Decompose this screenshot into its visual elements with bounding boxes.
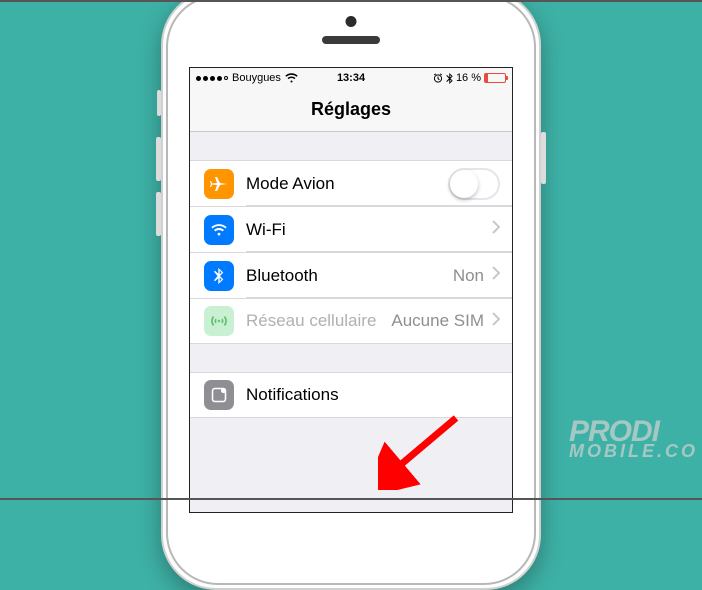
bluetooth-row-icon	[204, 261, 234, 291]
nav-bar: Réglages	[190, 88, 512, 132]
clock: 13:34	[337, 72, 365, 84]
front-camera	[346, 16, 357, 27]
watermark: PRODI MOBILE.CO	[569, 420, 698, 458]
volume-up-button	[156, 137, 161, 181]
cellular-label: Réseau cellulaire	[246, 311, 391, 331]
silent-switch	[157, 90, 161, 116]
volume-down-button	[156, 192, 161, 236]
row-bluetooth[interactable]: Bluetooth Non	[190, 252, 512, 298]
settings-group-1: Mode Avion Wi-Fi	[190, 160, 512, 344]
battery-percent: 16 %	[456, 72, 481, 84]
chevron-right-icon	[492, 266, 500, 285]
bluetooth-label: Bluetooth	[246, 266, 453, 286]
carrier-label: Bouygues	[232, 72, 281, 84]
row-airplane-mode[interactable]: Mode Avion	[190, 160, 512, 206]
power-button	[541, 132, 546, 184]
airplane-icon	[204, 169, 234, 199]
row-wifi[interactable]: Wi-Fi	[190, 206, 512, 252]
row-notifications[interactable]: Notifications	[190, 372, 512, 418]
settings-list[interactable]: Mode Avion Wi-Fi	[190, 160, 512, 418]
screen: Bouygues 13:34 16 % Réglages	[189, 67, 513, 513]
row-cellular[interactable]: Réseau cellulaire Aucune SIM	[190, 298, 512, 344]
notifications-label: Notifications	[246, 385, 492, 405]
alarm-icon	[433, 73, 443, 83]
airplane-label: Mode Avion	[246, 174, 448, 194]
wifi-row-icon	[204, 215, 234, 245]
airplane-toggle[interactable]	[448, 168, 500, 200]
speaker-grille	[322, 36, 380, 44]
page-title: Réglages	[311, 99, 391, 120]
phone-frame: Bouygues 13:34 16 % Réglages	[161, 0, 541, 590]
bluetooth-status-icon	[446, 73, 453, 84]
settings-group-2: Notifications	[190, 372, 512, 418]
watermark-line2: MOBILE.CO	[569, 444, 698, 458]
chevron-right-icon	[492, 220, 500, 239]
status-bar: Bouygues 13:34 16 %	[190, 68, 512, 88]
watermark-line1: PRODI	[569, 420, 698, 444]
wifi-icon	[285, 73, 298, 83]
cellular-value: Aucune SIM	[391, 311, 484, 331]
chevron-right-icon	[492, 312, 500, 331]
notifications-icon	[204, 380, 234, 410]
signal-strength-icon	[196, 76, 228, 81]
wifi-label: Wi-Fi	[246, 220, 484, 240]
cellular-icon	[204, 306, 234, 336]
battery-icon	[484, 73, 506, 83]
bluetooth-value: Non	[453, 266, 484, 286]
